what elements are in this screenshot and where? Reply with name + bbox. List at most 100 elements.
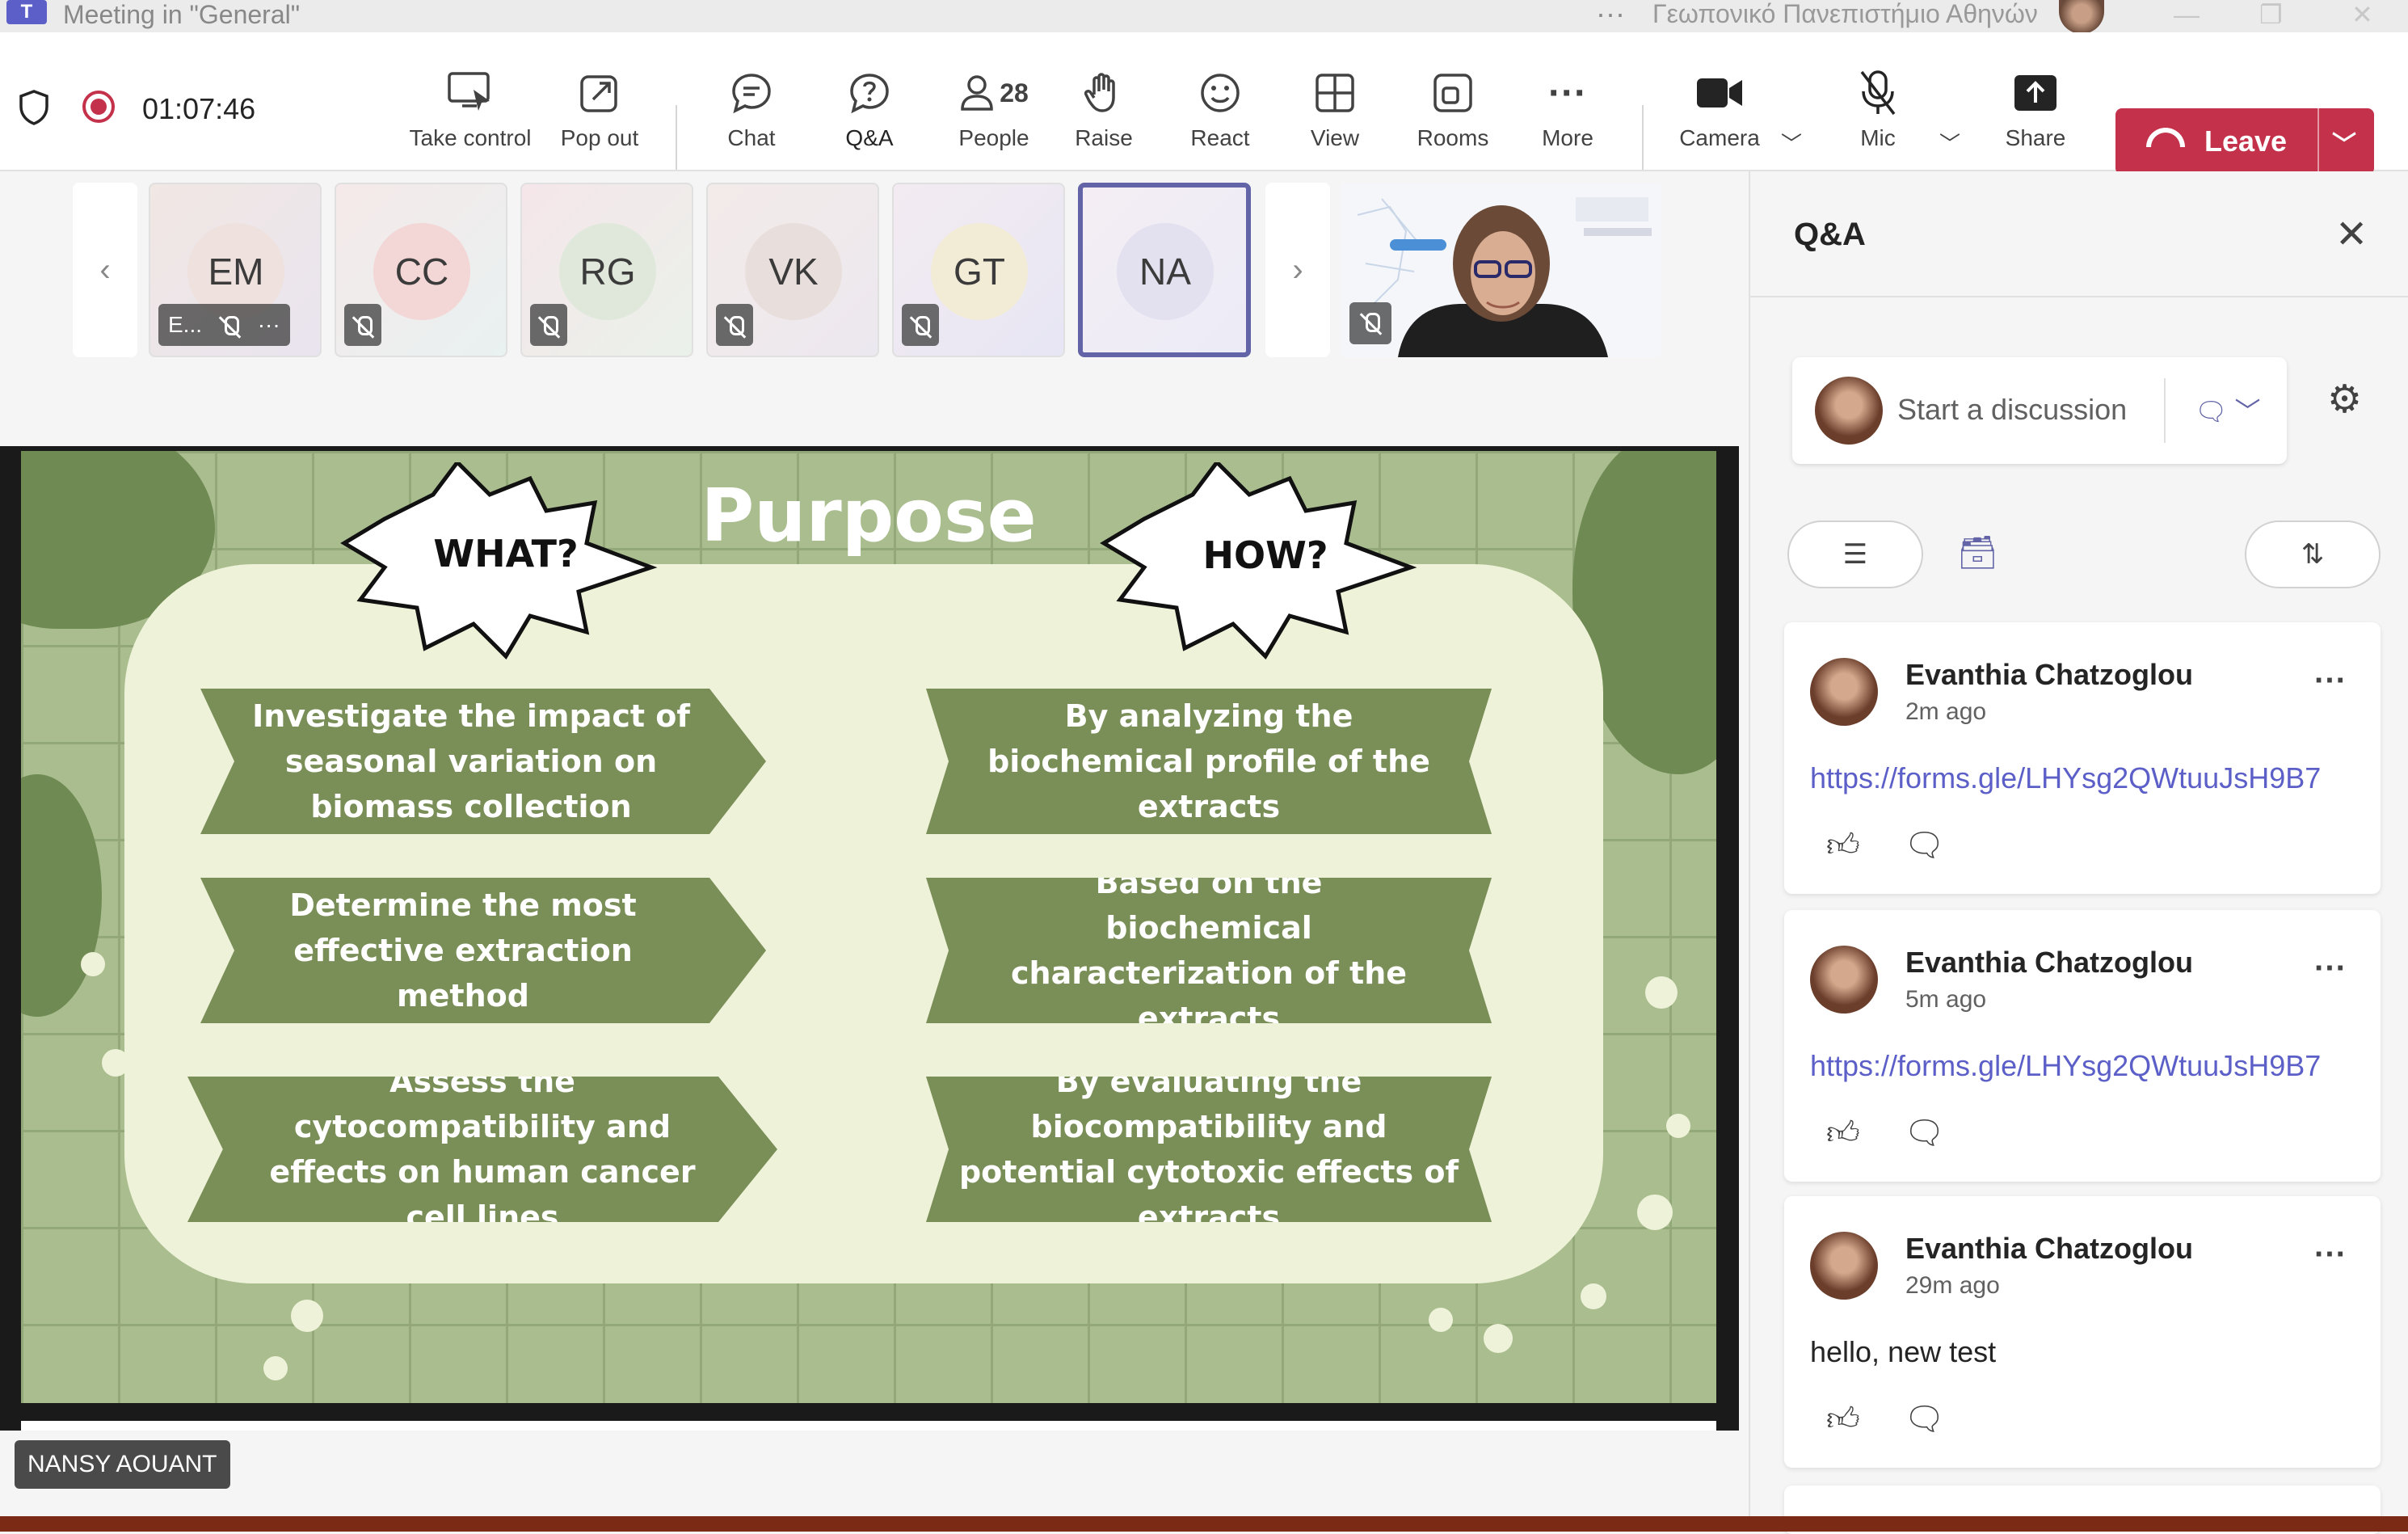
discussion-type-chevron-icon[interactable]: 🗨 ﹀ bbox=[2195, 391, 2261, 428]
pop-out-button[interactable]: Pop out bbox=[554, 65, 645, 171]
shared-screen-edge bbox=[21, 1421, 1716, 1431]
share-button[interactable]: Share bbox=[1999, 65, 2072, 171]
people-button[interactable]: 28 People bbox=[944, 65, 1044, 171]
rooms-button[interactable]: Rooms bbox=[1411, 65, 1495, 171]
leave-button[interactable]: Leave ﹀ bbox=[2115, 108, 2374, 175]
camera-icon bbox=[1697, 78, 1742, 107]
gear-icon[interactable]: ⚙ bbox=[2327, 377, 2362, 422]
hand-icon bbox=[1084, 73, 1115, 112]
participant-tile-selected[interactable]: NA bbox=[1078, 183, 1251, 357]
taskbar-edge bbox=[0, 1516, 2408, 1532]
filter-button[interactable]: ☰ bbox=[1787, 520, 1923, 588]
how-label: HOW? bbox=[1202, 533, 1328, 577]
slide-decoration bbox=[81, 952, 105, 976]
sort-icon: ⇅ bbox=[2301, 539, 2325, 570]
reply-icon[interactable]: 🗨 bbox=[1904, 1114, 1945, 1152]
slide-decoration bbox=[1666, 1114, 1690, 1138]
how-item: Based on the biochemical characterizatio… bbox=[926, 878, 1492, 1023]
mic-off-icon bbox=[726, 314, 744, 339]
how-item: By analyzing the biochemical profile of … bbox=[926, 689, 1492, 834]
mic-button[interactable]: Mic bbox=[1839, 65, 1917, 171]
what-item: Assess the cytocompatibility and effects… bbox=[187, 1077, 777, 1222]
minimize-icon[interactable]: — bbox=[2174, 0, 2200, 29]
more-options-icon[interactable]: ··· bbox=[2314, 663, 2347, 699]
qa-post: Evanthia Chatzoglou 2m ago ··· https://f… bbox=[1784, 622, 2381, 894]
post-link[interactable]: https://forms.gle/LHYsg2QWtuuJsH9B7 bbox=[1810, 1049, 2321, 1083]
slide-decoration bbox=[1484, 1324, 1513, 1353]
participant-tile[interactable]: GT bbox=[892, 183, 1065, 357]
participant-avatar: GT bbox=[931, 223, 1028, 320]
reply-icon[interactable]: 🗨 bbox=[1904, 1400, 1945, 1438]
post-text: hello, new test bbox=[1810, 1335, 1997, 1368]
camera-label: Camera bbox=[1679, 125, 1760, 150]
reply-icon[interactable]: 🗨 bbox=[1904, 826, 1945, 864]
view-label: View bbox=[1310, 125, 1360, 150]
teams-logo-icon: T bbox=[6, 0, 47, 24]
slide-decoration bbox=[1581, 1283, 1606, 1309]
thumbs-up-icon[interactable]: 👍︎ bbox=[1826, 1400, 1860, 1439]
shield-icon[interactable] bbox=[18, 89, 50, 126]
participant-tile[interactable]: CC bbox=[335, 183, 507, 357]
mic-options-chevron-icon[interactable]: ﹀ bbox=[1939, 128, 1960, 158]
user-avatar[interactable] bbox=[2059, 0, 2104, 34]
react-button[interactable]: React bbox=[1180, 65, 1261, 171]
what-item: Investigate the impact of seasonal varia… bbox=[200, 689, 766, 834]
slide-title: Purpose bbox=[701, 474, 1037, 558]
more-options-icon[interactable]: ··· bbox=[2314, 950, 2347, 987]
org-name: Γεωπονικό Πανεπιστήμιο Αθηνών bbox=[1652, 0, 2038, 28]
participant-badge bbox=[716, 304, 753, 346]
more-options-icon[interactable]: ··· bbox=[2314, 1237, 2347, 1273]
thumbs-up-icon[interactable]: 👍︎ bbox=[1826, 826, 1860, 865]
filter-icon: ☰ bbox=[1842, 539, 1868, 570]
more-button[interactable]: ··· More bbox=[1527, 65, 1608, 171]
participant-tile[interactable]: RG bbox=[520, 183, 693, 357]
discussion-input[interactable]: Start a discussion bbox=[1897, 393, 2127, 427]
participant-video-tile[interactable] bbox=[1341, 183, 1661, 357]
start-discussion-box[interactable]: Start a discussion 🗨 ﹀ bbox=[1792, 357, 2287, 464]
slide-decoration bbox=[1637, 1195, 1673, 1230]
qa-panel-title: Q&A bbox=[1794, 217, 1866, 252]
raise-label: Raise bbox=[1075, 125, 1133, 150]
more-options-icon[interactable]: ··· bbox=[1596, 0, 1625, 31]
archive-icon[interactable]: 🗃 bbox=[1957, 533, 1998, 571]
post-author: Evanthia Chatzoglou bbox=[1905, 946, 2194, 979]
participant-tile[interactable]: EM E... ··· bbox=[149, 183, 322, 357]
take-control-button[interactable]: Take control bbox=[406, 65, 535, 171]
sort-button[interactable]: ⇅ bbox=[2245, 520, 2381, 588]
divider bbox=[2164, 378, 2166, 443]
people-label: People bbox=[958, 125, 1029, 150]
mic-off-icon bbox=[221, 314, 240, 339]
share-upload-icon bbox=[2014, 75, 2056, 111]
chat-button[interactable]: Chat bbox=[711, 65, 792, 171]
view-button[interactable]: View bbox=[1296, 65, 1374, 171]
rooms-icon bbox=[1433, 74, 1472, 112]
previous-participants-chevron-icon[interactable]: ‹ bbox=[73, 183, 137, 357]
next-participants-chevron-icon[interactable]: › bbox=[1265, 183, 1330, 357]
screen-pointer-icon bbox=[448, 72, 490, 111]
pop-out-label: Pop out bbox=[560, 125, 639, 150]
what-label: WHAT? bbox=[433, 532, 579, 575]
raise-hand-button[interactable]: Raise bbox=[1063, 65, 1144, 171]
qa-button[interactable]: Q&A bbox=[827, 65, 911, 171]
meeting-toolbar: 01:07:46 Take control Pop out Chat Q&A 2… bbox=[0, 32, 2408, 196]
post-link[interactable]: https://forms.gle/LHYsg2QWtuuJsH9B7 bbox=[1810, 761, 2321, 795]
slide-decoration bbox=[21, 774, 102, 1017]
phone-hangup-icon bbox=[2146, 128, 2185, 147]
react-label: React bbox=[1190, 125, 1250, 150]
toolbar-divider bbox=[1642, 105, 1644, 170]
close-icon[interactable]: ✕ bbox=[2335, 212, 2368, 257]
more-options-icon[interactable]: ··· bbox=[258, 312, 280, 337]
take-control-label: Take control bbox=[409, 125, 532, 150]
leave-options-chevron-icon[interactable]: ﹀ bbox=[2332, 124, 2356, 160]
camera-options-chevron-icon[interactable]: ﹀ bbox=[1781, 128, 1802, 158]
participant-tile[interactable]: VK bbox=[706, 183, 879, 357]
presenter-name-tag: NANSY AOUANT bbox=[15, 1440, 230, 1489]
question-bubble-icon bbox=[850, 74, 889, 114]
recording-icon[interactable] bbox=[82, 91, 115, 123]
camera-button[interactable]: Camera bbox=[1678, 65, 1762, 171]
more-dots-icon: ··· bbox=[1548, 71, 1587, 115]
close-icon[interactable]: ✕ bbox=[2351, 0, 2373, 29]
mic-off-icon bbox=[911, 314, 930, 339]
maximize-icon[interactable]: ❐ bbox=[2259, 0, 2283, 29]
thumbs-up-icon[interactable]: 👍︎ bbox=[1826, 1114, 1860, 1153]
